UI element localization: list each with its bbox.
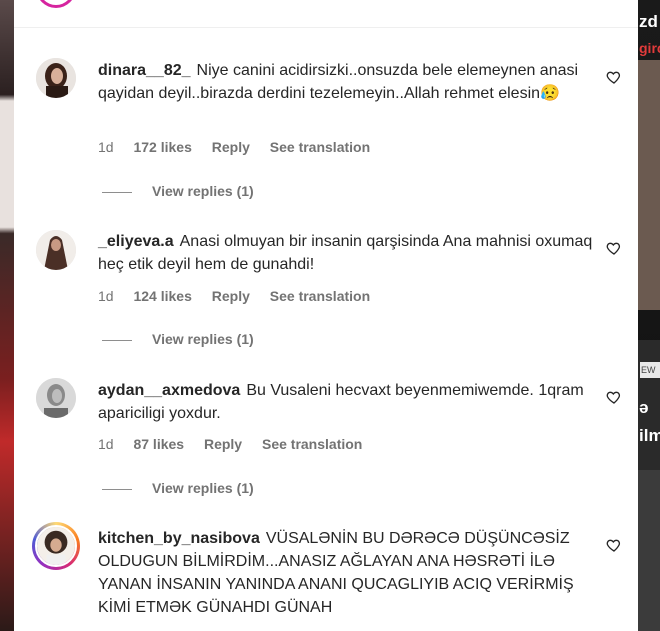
view-replies-button[interactable]: View replies (1)	[102, 183, 254, 199]
see-translation-button[interactable]: See translation	[270, 288, 370, 304]
view-replies-label: View replies (1)	[152, 480, 254, 496]
avatar[interactable]	[36, 230, 76, 270]
comment-likes[interactable]: 172 likes	[133, 139, 191, 155]
view-replies-button[interactable]: View replies (1)	[102, 331, 254, 347]
bg-fragment: girc	[639, 40, 660, 56]
avatar-image	[37, 527, 75, 565]
comment-username[interactable]: aydan__axmedova	[98, 382, 240, 399]
heart-icon[interactable]	[606, 69, 622, 85]
comments-panel: dinara__82_ Niye canini acidirsizki..onsu…	[14, 0, 638, 631]
bg-block	[638, 60, 660, 310]
reply-button[interactable]: Reply	[212, 288, 250, 304]
comment-time: 1d	[98, 139, 114, 155]
heart-icon[interactable]	[606, 240, 622, 256]
background-left-strip	[0, 0, 14, 631]
bg-fragment: EW	[640, 362, 660, 378]
see-translation-button[interactable]: See translation	[262, 436, 362, 452]
comment-meta: 1d 124 likes Reply See translation	[98, 288, 386, 304]
avatar-image	[36, 378, 76, 418]
story-ring	[36, 0, 76, 8]
avatar-image	[36, 58, 76, 98]
bg-fragment: ilm	[639, 426, 660, 445]
comment-body: dinara__82_ Niye canini acidirsizki..onsu…	[98, 59, 598, 105]
comment-body: aydan__axmedova Bu Vusaleni hecvaxt beyen…	[98, 379, 598, 425]
background-right-strip: zd girc EW ə ilm	[638, 0, 660, 631]
bg-fragment: zd	[639, 12, 658, 31]
replies-divider	[102, 339, 132, 341]
comment-username[interactable]: kitchen_by_nasibova	[98, 530, 260, 547]
comment-likes[interactable]: 124 likes	[133, 288, 191, 304]
comment-meta: 1d 172 likes Reply See translation	[98, 139, 386, 155]
comment-body: _eliyeva.a Anasi olmuyan bir insanin qarş…	[98, 230, 598, 276]
comment-username[interactable]: dinara__82_	[98, 62, 191, 79]
replies-divider	[102, 191, 132, 193]
avatar[interactable]	[32, 522, 80, 570]
comment-meta: 1d 87 likes Reply See translation	[98, 436, 378, 452]
comment-likes[interactable]: 87 likes	[133, 436, 184, 452]
heart-icon[interactable]	[606, 537, 622, 553]
view-replies-button[interactable]: View replies (1)	[102, 480, 254, 496]
comment-time: 1d	[98, 436, 114, 452]
bg-block	[638, 470, 660, 631]
comment-time: 1d	[98, 288, 114, 304]
reply-button[interactable]: Reply	[212, 139, 250, 155]
view-replies-label: View replies (1)	[152, 331, 254, 347]
heart-icon[interactable]	[606, 389, 622, 405]
avatar-inner	[35, 525, 77, 567]
comment-username[interactable]: _eliyeva.a	[98, 233, 174, 250]
avatar[interactable]	[36, 378, 76, 418]
reply-button[interactable]: Reply	[204, 436, 242, 452]
avatar-image	[36, 230, 76, 270]
view-replies-label: View replies (1)	[152, 183, 254, 199]
avatar[interactable]	[36, 58, 76, 98]
replies-divider	[102, 488, 132, 490]
comment-body: kitchen_by_nasibova VÜSALƏNİN BU DƏRƏCƏ D…	[98, 527, 598, 619]
previous-comment-stub	[14, 0, 638, 28]
bg-fragment: ə	[639, 398, 649, 417]
see-translation-button[interactable]: See translation	[270, 139, 370, 155]
